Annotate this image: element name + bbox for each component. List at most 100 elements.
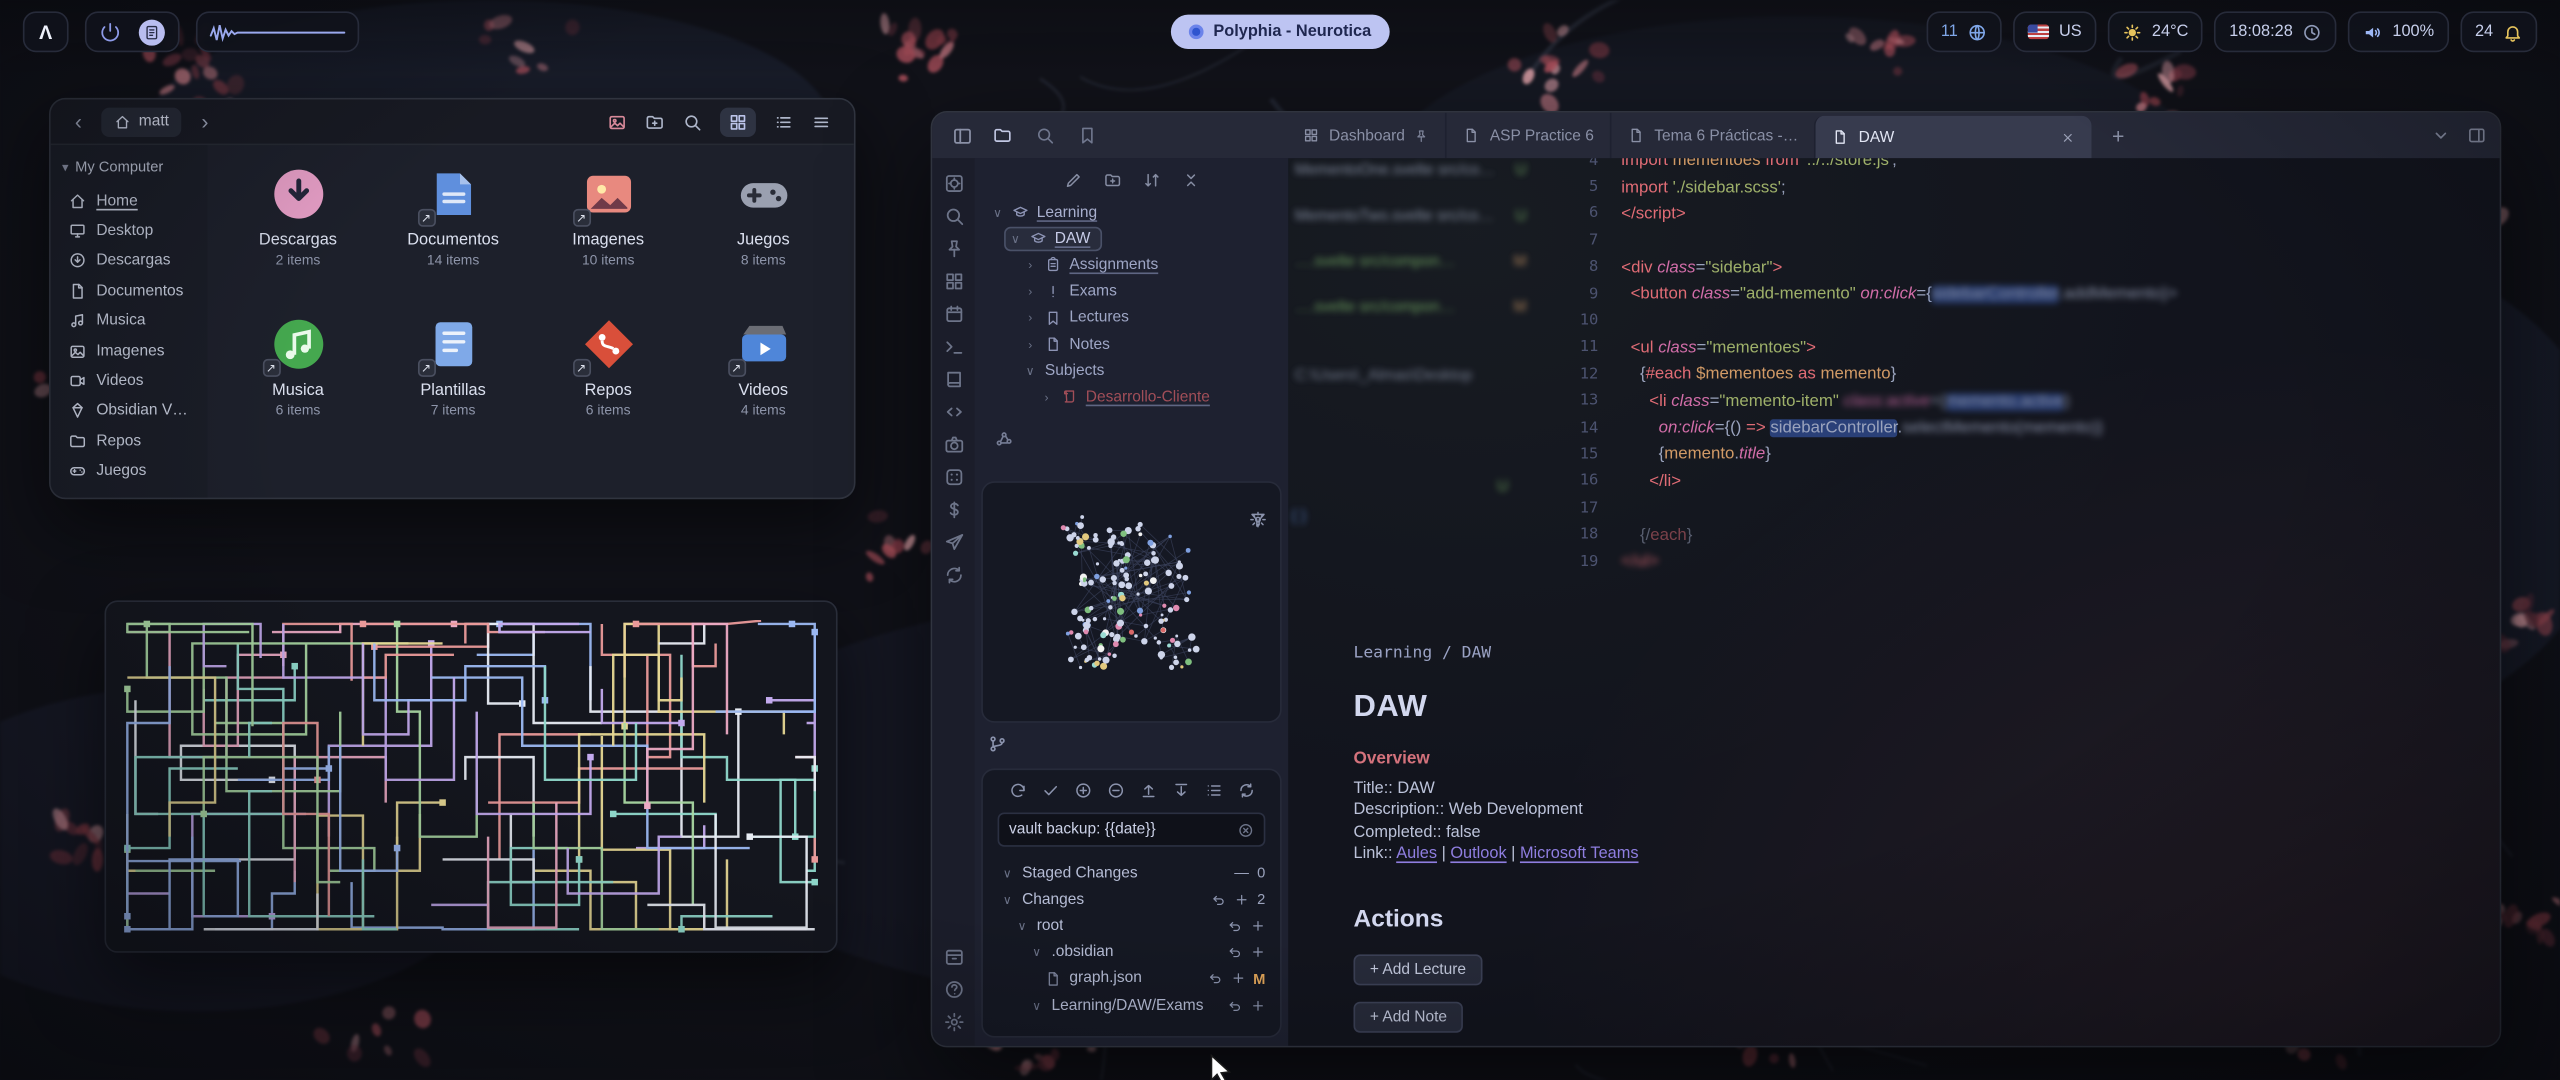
explorer-item-learning[interactable]: ∨Learning xyxy=(981,199,1281,225)
panel-tab-folder-icon[interactable] xyxy=(993,126,1013,146)
sidebar-item-repos[interactable]: Repos xyxy=(62,426,196,456)
sidebar-item-documentos[interactable]: Documentos xyxy=(62,276,196,306)
menu-icon[interactable] xyxy=(811,112,831,132)
folder-documentos[interactable]: ↗Documentos14 items xyxy=(376,162,531,312)
explorer-item-assignments[interactable]: ›Assignments xyxy=(981,252,1281,278)
git-sync-icon[interactable] xyxy=(1237,781,1255,799)
discard-icon[interactable] xyxy=(1211,892,1226,907)
sidebar-item-obsidian-v[interactable]: Obsidian V… xyxy=(62,396,196,426)
terminal-icon[interactable] xyxy=(943,336,964,357)
graph-view-panel[interactable] xyxy=(981,481,1281,722)
clock-module[interactable]: 18:08:28 xyxy=(2215,11,2337,52)
explorer-item-daw[interactable]: ∨DAW xyxy=(981,225,1281,251)
git-item-graph-json[interactable]: graph.jsonM xyxy=(998,965,1266,991)
link-outlook[interactable]: Outlook xyxy=(1450,845,1506,863)
commit-message-input[interactable]: vault backup: {{date}} xyxy=(998,812,1266,846)
git-plusc-icon[interactable] xyxy=(1074,781,1092,799)
sidebar-item-home[interactable]: Home xyxy=(62,186,196,216)
plus-icon[interactable] xyxy=(1234,892,1249,907)
tab-dashboard[interactable]: Dashboard xyxy=(1287,113,1446,159)
folder-imagenes[interactable]: ↗Imagenes10 items xyxy=(531,162,686,312)
link-aules[interactable]: Aules xyxy=(1396,845,1437,863)
box-icon[interactable] xyxy=(943,946,964,967)
folder-musica[interactable]: ↗Musica6 items xyxy=(220,312,375,462)
git-minusc-icon[interactable] xyxy=(1106,781,1124,799)
search-icon[interactable] xyxy=(682,112,702,132)
explorer-item-notes[interactable]: ›Notes xyxy=(981,331,1281,357)
keyboard-layout-module[interactable]: US xyxy=(2013,11,2096,52)
graph-panel-tab-icon[interactable] xyxy=(994,427,1014,447)
search-icon[interactable] xyxy=(943,206,964,227)
plus-icon[interactable] xyxy=(1251,918,1266,933)
help-icon[interactable] xyxy=(943,979,964,1000)
link-microsoft-teams[interactable]: Microsoft Teams xyxy=(1520,845,1639,863)
sync-icon[interactable] xyxy=(943,564,964,585)
collapse-icon[interactable] xyxy=(1181,171,1199,189)
pin-icon[interactable] xyxy=(1415,128,1430,143)
discard-icon[interactable] xyxy=(1228,945,1243,960)
updates-module[interactable]: 11 xyxy=(1926,11,2002,52)
power-icon[interactable] xyxy=(100,21,121,42)
close-tab-icon[interactable] xyxy=(2061,130,2076,145)
code-icon[interactable] xyxy=(943,401,964,422)
camera-icon[interactable] xyxy=(943,434,964,455)
new-folder-icon[interactable] xyxy=(645,112,665,132)
explorer-item-exams[interactable]: ›Exams xyxy=(981,278,1281,304)
calendar-icon[interactable] xyxy=(943,303,964,324)
git-download-icon[interactable] xyxy=(1171,781,1189,799)
dollar-icon[interactable] xyxy=(943,499,964,520)
folderplus-icon[interactable] xyxy=(1103,171,1121,189)
action-add-note[interactable]: + Add Note xyxy=(1354,1001,1464,1032)
sidebar-section-header[interactable]: ▾ My Computer xyxy=(62,158,196,174)
git-item-learning-daw-exams[interactable]: ∨Learning/DAW/Exams xyxy=(998,992,1266,1018)
right-sidebar-toggle-icon[interactable] xyxy=(2467,126,2487,146)
gear-icon[interactable] xyxy=(943,1012,964,1033)
sort-icon[interactable] xyxy=(1142,171,1160,189)
grid-view-button[interactable] xyxy=(720,107,756,136)
discard-icon[interactable] xyxy=(1207,971,1222,986)
tab-daw[interactable]: DAW xyxy=(1815,116,2093,158)
weather-module[interactable]: 24°C xyxy=(2108,11,2203,52)
folder-descargas[interactable]: Descargas2 items xyxy=(220,162,375,312)
notes-button[interactable] xyxy=(138,19,164,45)
sidebar-item-desktop[interactable]: Desktop xyxy=(62,216,196,246)
git-item-changes[interactable]: ∨Changes2 xyxy=(998,886,1266,912)
list-view-icon[interactable] xyxy=(774,112,794,132)
notifications-module[interactable]: 24 xyxy=(2460,11,2537,52)
now-playing[interactable]: Polyphia - Neurotica xyxy=(1171,15,1389,49)
forward-button[interactable]: › xyxy=(193,109,216,133)
git-item-root[interactable]: ∨root xyxy=(998,913,1266,939)
tab-asp-practice-6[interactable]: ASP Practice 6 xyxy=(1446,113,1610,159)
action-add-lecture[interactable]: + Add Lecture xyxy=(1354,954,1483,985)
editor-pane[interactable]: MementoOne.svelte src/co…UMementoTwo.sve… xyxy=(1288,158,2499,1046)
sidebar-item-juegos[interactable]: Juegos xyxy=(62,456,196,486)
tab-tema-6-pr-cticas[interactable]: Tema 6 Prácticas -… xyxy=(1610,113,1814,159)
left-sidebar-toggle-icon[interactable] xyxy=(952,125,973,146)
volume-module[interactable]: 100% xyxy=(2348,11,2449,52)
back-button[interactable]: ‹ xyxy=(67,109,90,133)
git-item-staged-changes[interactable]: ∨Staged Changes—0 xyxy=(998,860,1266,886)
plus-icon[interactable] xyxy=(1251,945,1266,960)
explorer-item-subjects[interactable]: ∨Subjects xyxy=(981,358,1281,384)
folder-juegos[interactable]: Juegos8 items xyxy=(686,162,841,312)
folder-plantillas[interactable]: ↗Plantillas7 items xyxy=(376,312,531,462)
pin-icon[interactable] xyxy=(943,238,964,259)
vault-icon[interactable] xyxy=(943,173,964,194)
sidebar-item-videos[interactable]: Videos xyxy=(62,366,196,396)
sidebar-item-descargas[interactable]: Descargas xyxy=(62,246,196,276)
grid-icon[interactable] xyxy=(943,271,964,292)
git-panel-tab-icon[interactable] xyxy=(988,734,1008,754)
discard-icon[interactable] xyxy=(1228,998,1243,1013)
launcher-button[interactable]: Λ xyxy=(23,11,69,52)
wallpaper-tool-icon[interactable] xyxy=(607,112,627,132)
folder-repos[interactable]: ↗Repos6 items xyxy=(531,312,686,462)
pencil-icon[interactable] xyxy=(1064,171,1082,189)
dice-icon[interactable] xyxy=(943,467,964,488)
new-tab-button[interactable]: + xyxy=(2102,119,2135,152)
tab-list-dropdown-icon[interactable] xyxy=(2431,126,2451,146)
explorer-item-lectures[interactable]: ›Lectures xyxy=(981,305,1281,331)
panel-tab-bookmark-icon[interactable] xyxy=(1078,126,1098,146)
git-item-obsidian[interactable]: ∨.obsidian xyxy=(998,939,1266,965)
sidebar-item-musica[interactable]: Musica xyxy=(62,306,196,336)
discard-icon[interactable] xyxy=(1228,918,1243,933)
